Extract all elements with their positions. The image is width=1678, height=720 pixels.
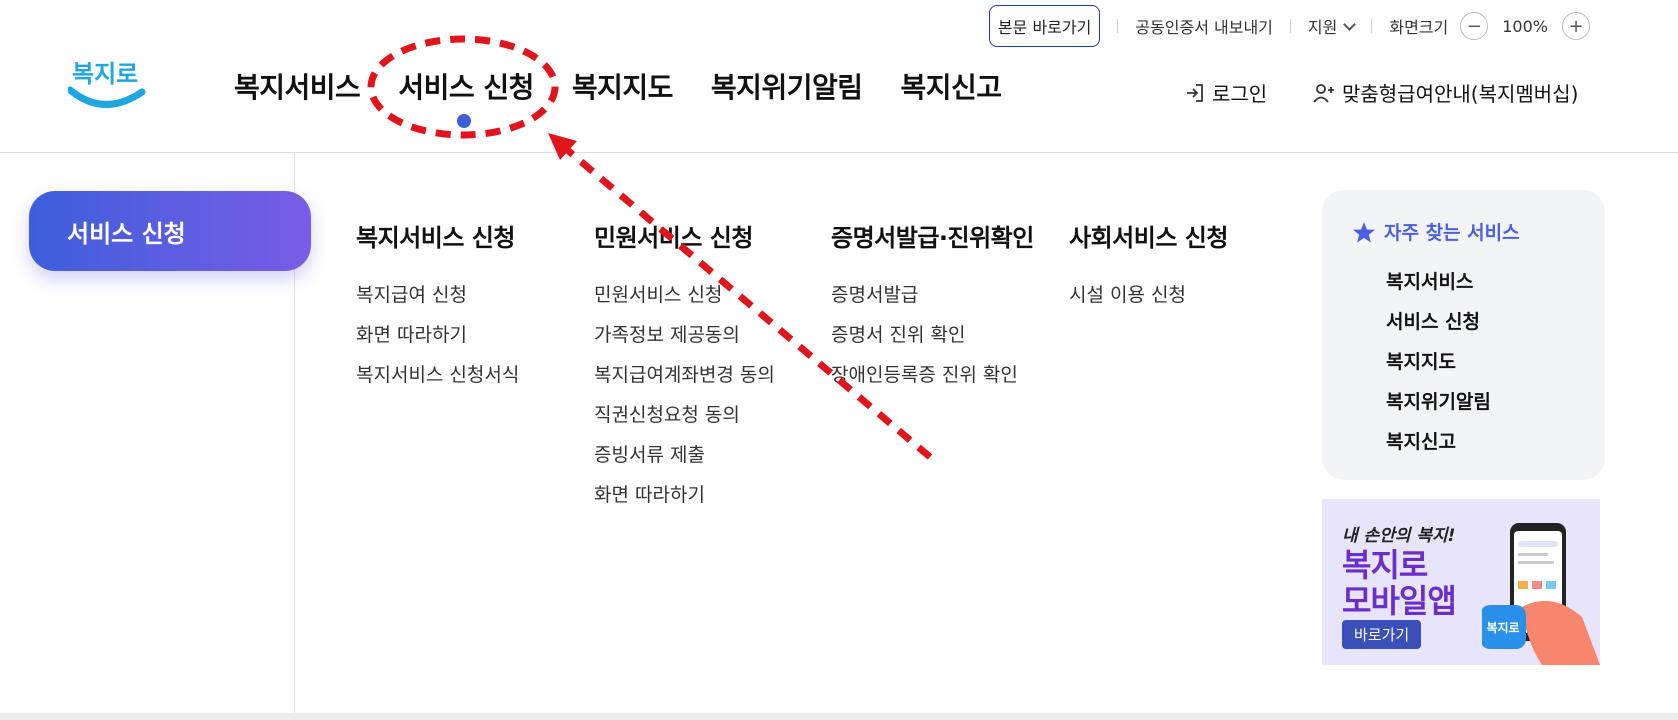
app-icon-text: 복지로 bbox=[1486, 620, 1519, 635]
support-label: 지원 bbox=[1307, 18, 1338, 37]
menu-item[interactable]: 증명서발급 bbox=[831, 275, 1034, 315]
main-navigation: 복지서비스 서비스 신청 복지지도 복지위기알림 복지신고 bbox=[234, 66, 1040, 106]
banner-title-line2: 모바일앱 bbox=[1342, 582, 1457, 620]
menu-item[interactable]: 복지서비스 신청서식 bbox=[356, 355, 519, 395]
active-nav-indicator bbox=[457, 114, 471, 128]
nav-item-crisis-alert[interactable]: 복지위기알림 bbox=[711, 66, 863, 106]
favorite-item[interactable]: 복지지도 bbox=[1386, 342, 1491, 382]
login-label: 로그인 bbox=[1212, 82, 1268, 106]
user-add-icon bbox=[1313, 83, 1334, 103]
menu-item[interactable]: 복지급여계좌변경 동의 bbox=[594, 355, 775, 395]
chevron-down-icon bbox=[1343, 18, 1357, 31]
menu-item[interactable]: 민원서비스 신청 bbox=[594, 275, 775, 315]
favorite-item[interactable]: 복지서비스 bbox=[1386, 262, 1491, 302]
favorites-title-label: 자주 찾는 서비스 bbox=[1384, 222, 1520, 244]
site-logo[interactable]: 복지로 bbox=[66, 52, 148, 116]
nav-item-welfare-map[interactable]: 복지지도 bbox=[572, 66, 674, 106]
banner-tagline: 내 손안의 복지! bbox=[1342, 526, 1456, 546]
nav-item-welfare-report[interactable]: 복지신고 bbox=[900, 66, 1002, 106]
skip-to-content-button[interactable]: 본문 바로가기 bbox=[988, 5, 1101, 47]
zoom-label: 화면크기 bbox=[1389, 18, 1449, 37]
menu-column-civil-application: 민원서비스 신청 민원서비스 신청 가족정보 제공동의 복지급여계좌변경 동의 … bbox=[594, 218, 775, 515]
logo-mark: 복지로 bbox=[66, 60, 146, 108]
divider bbox=[1371, 19, 1373, 33]
menu-item[interactable]: 직권신청요청 동의 bbox=[594, 395, 775, 435]
divider bbox=[1289, 19, 1291, 33]
menu-column-title[interactable]: 사회서비스 신청 bbox=[1069, 218, 1228, 253]
star-icon bbox=[1353, 221, 1375, 242]
zoom-out-button[interactable]: − bbox=[1460, 12, 1489, 40]
menu-column-title[interactable]: 증명서발급·진위확인 bbox=[831, 218, 1034, 253]
favorite-item[interactable]: 서비스 신청 bbox=[1386, 302, 1491, 342]
menu-column-welfare-application: 복지서비스 신청 복지급여 신청 화면 따라하기 복지서비스 신청서식 bbox=[356, 218, 519, 395]
membership-label: 맞춤형급여안내(복지멤버십) bbox=[1342, 82, 1579, 106]
zoom-value: 100% bbox=[1502, 16, 1548, 36]
support-dropdown[interactable]: 지원 bbox=[1307, 14, 1357, 38]
divider bbox=[1117, 19, 1119, 33]
utility-bar: 본문 바로가기 공동인증서 내보내기 지원 화면크기 − 100% + bbox=[988, 5, 1590, 47]
logo-wordmark: 복지로 bbox=[72, 60, 138, 88]
zoom-in-button[interactable]: + bbox=[1562, 12, 1590, 40]
favorite-item[interactable]: 복지신고 bbox=[1386, 422, 1491, 462]
bottom-divider bbox=[0, 713, 1678, 720]
submenu-title: 서비스 신청 bbox=[29, 191, 311, 271]
phone-illustration-icon: 복지로 bbox=[1482, 523, 1600, 665]
cert-export-link[interactable]: 공동인증서 내보내기 bbox=[1135, 14, 1273, 38]
menu-column-title[interactable]: 민원서비스 신청 bbox=[594, 218, 775, 253]
menu-item[interactable]: 화면 따라하기 bbox=[356, 315, 519, 355]
favorites-list: 복지서비스 서비스 신청 복지지도 복지위기알림 복지신고 bbox=[1386, 262, 1491, 462]
nav-item-welfare-service[interactable]: 복지서비스 bbox=[234, 66, 361, 106]
mobile-app-banner[interactable]: 내 손안의 복지! 복지로 모바일앱 바로가기 복지로 bbox=[1322, 499, 1600, 665]
menu-item[interactable]: 장애인등록증 진위 확인 bbox=[831, 355, 1034, 395]
menu-item[interactable]: 시설 이용 신청 bbox=[1069, 275, 1228, 315]
menu-item[interactable]: 증명서 진위 확인 bbox=[831, 315, 1034, 355]
annotation-arrowhead bbox=[548, 133, 577, 160]
menu-column-title[interactable]: 복지서비스 신청 bbox=[356, 218, 519, 253]
banner-go-button[interactable]: 바로가기 bbox=[1342, 620, 1422, 649]
menu-item[interactable]: 증빙서류 제출 bbox=[594, 435, 775, 475]
login-button[interactable]: 로그인 bbox=[1184, 78, 1267, 107]
header-divider bbox=[0, 152, 1678, 153]
banner-title-line1: 복지로 bbox=[1342, 546, 1428, 584]
favorites-title: 자주 찾는 서비스 bbox=[1352, 218, 1520, 245]
nav-item-service-application[interactable]: 서비스 신청 bbox=[398, 66, 534, 106]
banner-title: 복지로 모바일앱 bbox=[1342, 546, 1457, 620]
membership-button[interactable]: 맞춤형급여안내(복지멤버십) bbox=[1312, 78, 1578, 107]
menu-column-social-service: 사회서비스 신청 시설 이용 신청 bbox=[1069, 218, 1228, 315]
favorite-item[interactable]: 복지위기알림 bbox=[1386, 382, 1491, 422]
menu-item[interactable]: 화면 따라하기 bbox=[594, 475, 775, 515]
menu-column-certificate: 증명서발급·진위확인 증명서발급 증명서 진위 확인 장애인등록증 진위 확인 bbox=[831, 218, 1034, 395]
menu-item[interactable]: 가족정보 제공동의 bbox=[594, 315, 775, 355]
login-icon bbox=[1187, 83, 1203, 102]
favorites-panel: 자주 찾는 서비스 복지서비스 서비스 신청 복지지도 복지위기알림 복지신고 bbox=[1322, 190, 1605, 480]
menu-item[interactable]: 복지급여 신청 bbox=[356, 275, 519, 315]
